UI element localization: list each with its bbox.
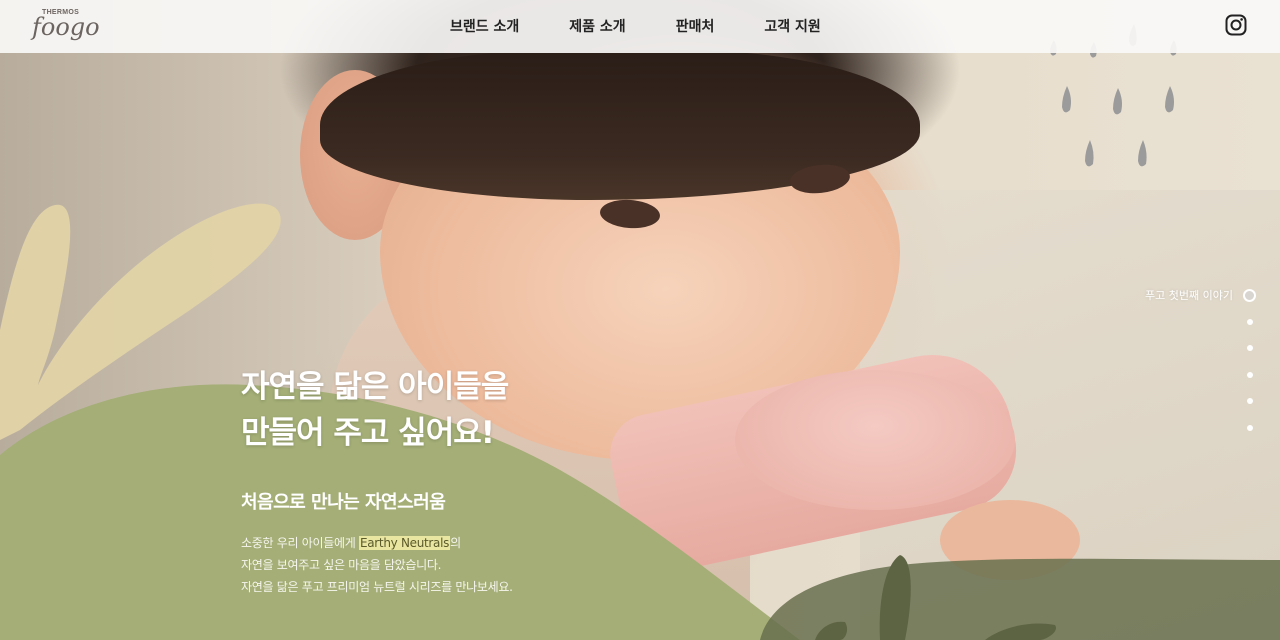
hero-headline-line2: 만들어 주고 싶어요!	[241, 415, 495, 451]
pager-row	[1145, 420, 1256, 436]
child-hand	[940, 500, 1080, 580]
nav-item-stores[interactable]: 판매처	[676, 16, 715, 36]
pink-cup-lid	[735, 370, 1015, 510]
thermos-foogo-logo[interactable]: THERMOS foogo	[32, 9, 100, 45]
pager-row	[1145, 367, 1256, 383]
earthy-neutrals-highlight: Earthy Neutrals	[358, 536, 451, 550]
site-header: THERMOS foogo 브랜드 소개 제품 소개 판매처 고객 지원	[0, 0, 1280, 53]
hero-description: 소중한 우리 아이들에게 Earthy Neutrals의 자연을 보여주고 싶…	[241, 532, 513, 598]
nav-item-brand[interactable]: 브랜드 소개	[450, 16, 519, 36]
logo-main-text: foogo	[32, 13, 100, 41]
desc-text: 소중한 우리 아이들에게	[241, 536, 359, 550]
hero-desc-line3: 자연을 닮은 푸고 프리미엄 뉴트럴 시리즈를 만나보세요.	[241, 580, 513, 594]
hero-page: THERMOS foogo 브랜드 소개 제품 소개 판매처 고객 지원 자연을…	[0, 0, 1280, 640]
pager-dot-5[interactable]	[1247, 398, 1253, 404]
instagram-icon[interactable]	[1225, 14, 1247, 36]
hero-subheadline: 처음으로 만나는 자연스러움	[241, 492, 446, 513]
pager-active-label: 푸고 첫번째 이야기	[1145, 289, 1233, 302]
pager-row	[1145, 340, 1256, 356]
pager-dot-2[interactable]	[1247, 318, 1253, 325]
hero-desc-line2: 자연을 보여주고 싶은 마음을 담았습니다.	[241, 558, 442, 572]
hero-headline-line1: 자연을 닮은 아이들을	[241, 369, 509, 405]
hero-headline: 자연을 닮은 아이들을 만들어 주고 싶어요!	[241, 364, 513, 456]
pager-row	[1145, 314, 1256, 330]
pager-dot-3[interactable]	[1247, 345, 1253, 351]
nav-item-support[interactable]: 고객 지원	[764, 16, 820, 36]
slide-pager: 푸고 첫번째 이야기	[1145, 287, 1256, 446]
pager-dot-6[interactable]	[1247, 424, 1253, 431]
hero-desc-line1: 소중한 우리 아이들에게 Earthy Neutrals의	[241, 532, 513, 554]
pager-dot-1[interactable]	[1243, 288, 1256, 302]
pager-dot-4[interactable]	[1247, 371, 1253, 378]
pager-row	[1145, 393, 1256, 409]
desc-text: 의	[450, 536, 461, 550]
pager-row-active: 푸고 첫번째 이야기	[1145, 287, 1256, 303]
main-nav: 브랜드 소개 제품 소개 판매처 고객 지원	[450, 16, 821, 36]
nav-item-products[interactable]: 제품 소개	[569, 16, 625, 36]
hero-text: 자연을 닮은 아이들을 만들어 주고 싶어요! 처음으로 만나는 자연스러움 소…	[241, 364, 513, 598]
